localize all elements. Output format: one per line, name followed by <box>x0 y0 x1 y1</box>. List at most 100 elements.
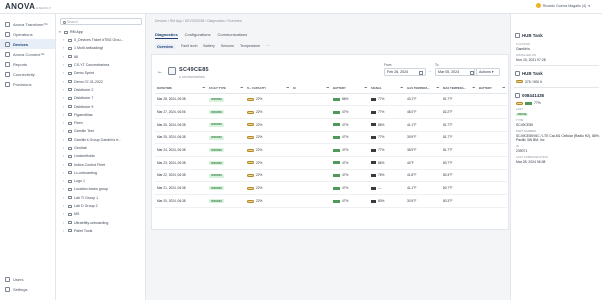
chevron-right-icon: › <box>63 162 65 167</box>
tab-communications[interactable]: Communications <box>217 32 247 39</box>
column-header[interactable]: BATTERY <box>331 84 369 94</box>
column-header[interactable]: BATTERY <box>477 84 507 94</box>
devices-icon <box>5 41 10 47</box>
table-row[interactable]: Mar 23, 2024, 06:38 0000/000 22% 47% 86% 44°F… <box>155 156 507 170</box>
filter-icon[interactable] <box>202 87 205 90</box>
tree-item[interactable]: › Lab TI Group 1 <box>56 194 145 202</box>
table-row[interactable]: Mar 25, 2024, 06:38 0000/000 22% 47% 77% 39.9… <box>155 131 507 145</box>
tree-item[interactable]: › Fleex <box>56 119 145 127</box>
tree-item[interactable]: › 1 Multi-rwiloadingt <box>56 44 145 52</box>
tree-search-input[interactable]: Search <box>60 18 142 25</box>
from-date-field[interactable]: Feb 26, 2024 <box>384 68 426 76</box>
tree-item[interactable]: › LindamHolds <box>56 152 145 160</box>
tree-item[interactable]: › Distributor 7 <box>56 94 145 102</box>
table-row[interactable]: Mar 28, 2024, 06:38 0000/000 22% 86% 77% 43.1… <box>155 93 507 107</box>
filter-icon[interactable] <box>286 87 289 90</box>
column-header[interactable]: MAX TEMPERA... <box>441 84 477 94</box>
anova-logo[interactable]: ANOVAENERGY <box>5 2 51 11</box>
subtab-overview[interactable]: Overview <box>155 44 175 49</box>
nav-users[interactable]: Users <box>0 274 56 284</box>
table-cell: Mar 28, 2024, 06:38 <box>155 93 207 107</box>
tree-item[interactable]: › Indica Control Fleet <box>56 160 145 168</box>
column-header[interactable]: FAULT TYPE <box>207 84 245 94</box>
filter-icon[interactable] <box>326 87 329 90</box>
table-row[interactable]: Mar 21, 2024, 06:38 0000/000 22% 47% —41.1°F… <box>155 181 507 195</box>
sensor-section-title[interactable]: 008441438 <box>511 90 602 100</box>
table-row[interactable]: Mar 24, 2024, 06:38 0000/000 22% 47% 77% 38.9… <box>155 143 507 157</box>
table-cell: 81.7°F <box>441 131 477 145</box>
nav-settings[interactable]: Settings <box>0 284 56 294</box>
filter-icon[interactable] <box>240 87 243 90</box>
column-header[interactable]: GAS TEMPERA... <box>405 84 441 94</box>
search-icon <box>62 20 66 24</box>
status-badge: 0000/000 <box>209 97 224 102</box>
table-cell <box>477 194 507 208</box>
table-cell: 0000/000 <box>207 194 245 208</box>
column-header[interactable]: SIGNAL <box>369 84 405 94</box>
nav-provisions[interactable]: Provisions <box>0 79 55 89</box>
column-header[interactable]: % - CAPACITY <box>245 84 291 94</box>
tree-item[interactable]: › Figarrotillas <box>56 111 145 119</box>
subtab-sensors[interactable]: Sensors <box>221 44 234 49</box>
actions-dropdown[interactable]: Actions ▾ <box>474 68 500 76</box>
tree-item-label: Distributor 7 <box>74 96 94 101</box>
column-header[interactable]: Kl <box>291 84 331 94</box>
field-value: SC49CE85 <box>516 123 533 128</box>
table-cell: 80% <box>369 194 405 208</box>
subtab-battery[interactable]: Battery <box>203 44 214 49</box>
filter-icon[interactable] <box>364 87 367 90</box>
filter-icon[interactable] <box>400 87 403 90</box>
filter-icon[interactable] <box>502 87 505 90</box>
subtab-more[interactable]: ··· <box>266 44 270 49</box>
tree-item[interactable]: › Lc-onboarding <box>56 169 145 177</box>
tree-item[interactable]: › Geotrak <box>56 144 145 152</box>
signal-icon <box>371 123 376 127</box>
to-date-field[interactable]: Mar 05, 2024 <box>435 68 477 76</box>
back-arrow-icon[interactable]: ← <box>157 69 163 75</box>
table-row[interactable]: Mar 27, 2024, 06:06 0000/000 22% 47% 77% 48.0… <box>155 105 507 119</box>
nav-anova-connect[interactable]: Anova Connect™ <box>0 49 55 59</box>
subtab-fault-level[interactable]: Fault level <box>181 44 197 49</box>
tree-item[interactable]: › MS <box>56 210 145 218</box>
tree-item[interactable]: › Gamilin Test <box>56 127 145 135</box>
hub-tank-level-title[interactable]: HUB Tank <box>511 69 602 79</box>
tree-item[interactable]: › Lab D Group 2 <box>56 202 145 210</box>
filter-icon[interactable] <box>436 87 439 90</box>
tree-item[interactable]: › Demo Sprint <box>56 69 145 77</box>
table-cell: 47% <box>331 194 369 208</box>
signal-icon <box>371 199 376 203</box>
tree-item[interactable]: › Distributor 9 <box>56 102 145 110</box>
tree-root[interactable]: ▾ RM App <box>56 28 145 36</box>
nav-anova-transform[interactable]: Anova Transform™ <box>0 19 55 29</box>
subtab-temperature[interactable]: Temperature <box>240 44 260 49</box>
hub-tank-section-title[interactable]: HUB Tank <box>511 30 602 40</box>
nav-reports[interactable]: Reports <box>0 59 55 69</box>
chevron-right-icon: › <box>63 179 65 184</box>
user-menu[interactable]: Ricardo Guerra Magallo (4) ▾ <box>535 3 590 8</box>
tree-item[interactable]: › 0_Devices Ticket #TBG Grou... <box>56 36 145 44</box>
nav-devices[interactable]: Devices <box>0 39 55 49</box>
tree-item[interactable]: › 88 <box>56 53 145 61</box>
tree-item[interactable]: › CS-YT Concentrarima <box>56 61 145 69</box>
table-row[interactable]: Mar 22, 2024, 06:38 0000/000 22% 47% 76% 41.8… <box>155 169 507 183</box>
column-header[interactable]: DATE/TIME <box>155 84 207 94</box>
tree-item[interactable]: › Demo 07-31-2022 <box>56 77 145 85</box>
tree-item[interactable]: › Pallet Tools <box>56 227 145 235</box>
nav-operations[interactable]: Operations <box>0 29 55 39</box>
table-row[interactable]: Mar 26, 2024, 06:38 0000/000 22% 47% 86% 41.1… <box>155 118 507 132</box>
tree-item[interactable]: › Distributor 2 <box>56 86 145 94</box>
table-row[interactable]: Mar 20, 2024, 06:38 0000/000 22% 47% 80% 30.5… <box>155 194 507 208</box>
filter-icon[interactable] <box>472 87 475 90</box>
chevron-right-icon: › <box>63 170 65 175</box>
tab-diagnostics[interactable]: Diagnostics <box>155 32 178 39</box>
nav-connectivity[interactable]: Connectivity <box>0 69 55 79</box>
tree-item[interactable]: › Ultratrifity-onboarding <box>56 219 145 227</box>
tree-item[interactable]: › Gamilin's Group Gamilin's fr... <box>56 136 145 144</box>
table-cell: 39.9°F <box>405 131 441 145</box>
tree-item[interactable]: › Location lowes group <box>56 185 145 193</box>
table-cell: 47% <box>331 181 369 195</box>
tree-item[interactable]: › Logo 1 <box>56 177 145 185</box>
reports-icon <box>5 61 10 67</box>
tab-configurations[interactable]: Configurations <box>185 32 211 39</box>
table-cell: 22% <box>245 118 291 132</box>
